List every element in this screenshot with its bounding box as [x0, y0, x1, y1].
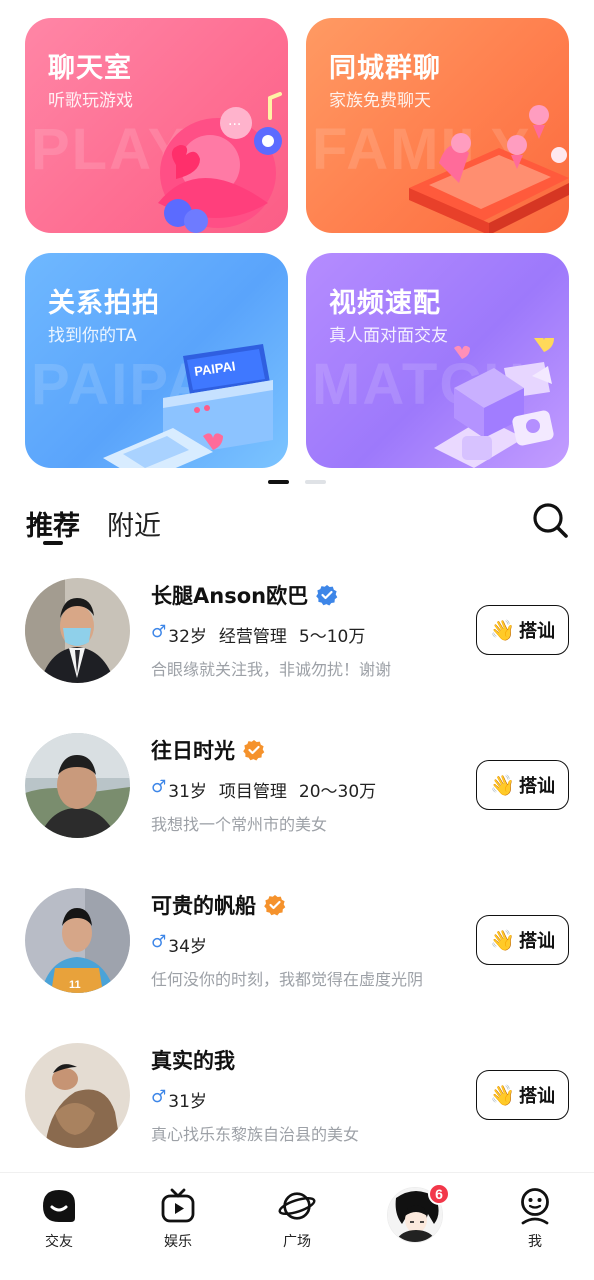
- user-name-row: 真实的我: [151, 1045, 235, 1075]
- user-card[interactable]: 往日时光 ♂ 31岁 项目管理 20～30万 我想找一个常州市的美女 👋 搭讪: [0, 725, 594, 855]
- avatar[interactable]: [25, 578, 130, 683]
- user-income: 20～30万: [298, 782, 377, 802]
- user-bio: 合眼缘就关注我，非诚勿扰！谢谢: [151, 660, 392, 679]
- gender-male-icon: ♂: [151, 777, 167, 797]
- greet-button-label: 搭讪: [518, 1086, 555, 1107]
- chat-bubble-icon: [43, 1190, 75, 1222]
- card-chat-room[interactable]: PLAY 聊天室 听歌玩游戏 ···: [25, 18, 288, 233]
- user-income: 5～10万: [298, 627, 366, 647]
- greet-button-label: 搭讪: [518, 621, 555, 642]
- nav-item-friends[interactable]: 交友: [19, 1187, 99, 1251]
- user-bio: 任何没你的时刻，我都觉得在虚度光阴: [151, 970, 424, 989]
- gender-male-icon: ♂: [151, 1087, 167, 1107]
- user-job: 经营管理: [218, 627, 287, 647]
- nav-item-me[interactable]: 我: [495, 1187, 575, 1251]
- card-title: 同城群聊: [329, 53, 441, 84]
- user-meta: ♂ 31岁 项目管理 20～30万: [151, 777, 376, 802]
- waving-hand-icon: 👋: [490, 774, 515, 797]
- user-meta: ♂ 34岁: [151, 932, 207, 957]
- notification-badge: 6: [428, 1183, 450, 1205]
- waving-hand-icon: 👋: [490, 1084, 515, 1107]
- bottom-nav: 交友 娱乐 广场 6 我: [0, 1172, 594, 1280]
- avatar[interactable]: [25, 733, 130, 838]
- waving-hand-icon: 👋: [490, 619, 515, 642]
- feature-cards: PLAY 聊天室 听歌玩游戏 ··· FAMILY 同城群聊 家族免费聊天 PA…: [25, 18, 569, 468]
- planet-icon: [278, 1192, 316, 1220]
- tv-play-icon: [161, 1188, 195, 1223]
- user-bio: 真心找乐东黎族自治县的美女: [151, 1125, 360, 1144]
- waving-hand-icon: 👋: [490, 929, 515, 952]
- user-age: 34岁: [168, 937, 207, 957]
- user-card[interactable]: 11 可贵的帆船 ♂ 34岁 任何没你的时刻，我都觉得在虚度光阴 👋 搭讪: [0, 880, 594, 1010]
- feed-tabs: 推荐 附近: [26, 500, 570, 550]
- user-bio: 我想找一个常州市的美女: [151, 815, 328, 834]
- user-name: 真实的我: [151, 1049, 235, 1073]
- verified-badge-icon: [264, 895, 286, 916]
- active-tab-indicator: [43, 541, 63, 545]
- avatar[interactable]: [25, 1043, 130, 1148]
- greet-button[interactable]: 👋 搭讪: [476, 760, 569, 810]
- verified-badge-icon: [243, 740, 265, 761]
- video-match-illustration: [434, 338, 554, 468]
- user-name-row: 可贵的帆船: [151, 890, 286, 920]
- search-icon: [533, 503, 568, 538]
- user-card[interactable]: 真实的我 ♂ 31岁 真心找乐东黎族自治县的美女 👋 搭讪: [0, 1035, 594, 1165]
- greet-button-label: 搭讪: [518, 776, 555, 797]
- chat-room-illustration: ···: [158, 92, 282, 233]
- greet-button[interactable]: 👋 搭讪: [476, 1070, 569, 1120]
- user-name: 长腿Anson欧巴: [151, 584, 309, 608]
- carousel-indicator: [268, 480, 326, 484]
- greet-button[interactable]: 👋 搭讪: [476, 605, 569, 655]
- greet-button[interactable]: 👋 搭讪: [476, 915, 569, 965]
- avatar[interactable]: 11: [25, 888, 130, 993]
- user-name: 往日时光: [151, 739, 235, 763]
- user-meta: ♂ 31岁: [151, 1087, 207, 1112]
- user-card[interactable]: 长腿Anson欧巴 ♂ 32岁 经营管理 5～10万 合眼缘就关注我，非诚勿扰！…: [0, 570, 594, 700]
- tab-nearby[interactable]: 附近: [107, 504, 161, 543]
- gender-male-icon: ♂: [151, 622, 167, 642]
- user-age: 31岁: [168, 782, 207, 802]
- card-title: 视频速配: [329, 288, 441, 319]
- tab-recommend[interactable]: 推荐: [26, 504, 80, 543]
- search-button[interactable]: [530, 500, 570, 540]
- user-job: 项目管理: [218, 782, 287, 802]
- user-name-row: 往日时光: [151, 735, 265, 765]
- greet-button-label: 搭讪: [518, 931, 555, 952]
- user-meta: ♂ 32岁 经营管理 5～10万: [151, 622, 365, 647]
- card-title: 关系拍拍: [48, 288, 160, 319]
- nav-item-square[interactable]: 广场: [257, 1187, 337, 1251]
- nav-center-avatar[interactable]: 6: [387, 1183, 450, 1243]
- svg-text:···: ···: [228, 117, 241, 133]
- nav-item-entertainment[interactable]: 娱乐: [138, 1187, 218, 1251]
- card-relationship-paipai[interactable]: PAIPAI 关系拍拍 找到你的TA PAIPAI: [25, 253, 288, 468]
- indicator-dot: [305, 480, 326, 484]
- user-name: 可贵的帆船: [151, 894, 256, 918]
- gender-male-icon: ♂: [151, 932, 167, 952]
- nav-label: 交友: [45, 1234, 73, 1250]
- user-age: 31岁: [168, 1092, 207, 1112]
- printer-illustration: PAIPAI: [103, 344, 273, 468]
- card-video-match[interactable]: MATCH 视频速配 真人面对面交友: [306, 253, 569, 468]
- person-face-icon: [521, 1188, 549, 1225]
- indicator-dot-active: [268, 480, 289, 484]
- svg-text:11: 11: [69, 979, 81, 991]
- nav-label: 娱乐: [164, 1234, 192, 1250]
- city-map-illustration: [409, 105, 569, 233]
- nav-label: 我: [528, 1234, 542, 1250]
- card-city-group-chat[interactable]: FAMILY 同城群聊 家族免费聊天: [306, 18, 569, 233]
- user-name-row: 长腿Anson欧巴: [151, 580, 338, 610]
- user-age: 32岁: [168, 627, 207, 647]
- nav-label: 广场: [283, 1234, 311, 1250]
- verified-badge-icon: [316, 585, 338, 606]
